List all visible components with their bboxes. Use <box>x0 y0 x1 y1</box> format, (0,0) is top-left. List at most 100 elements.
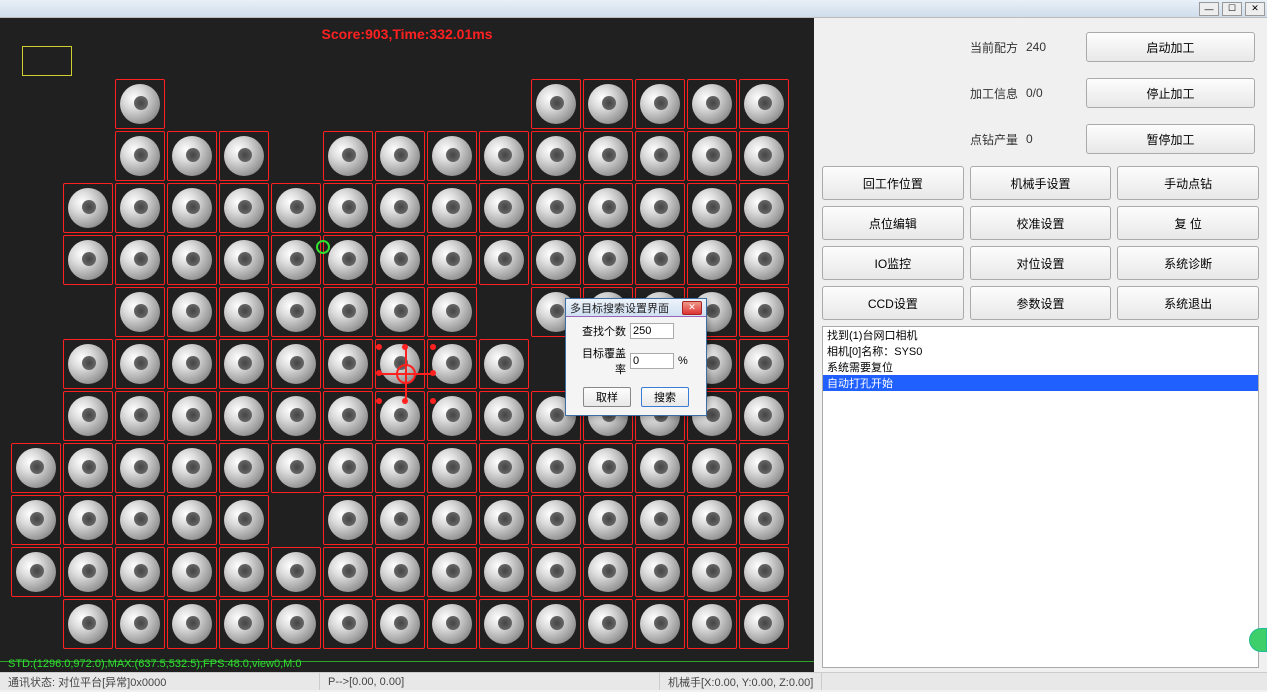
dialog-close-button[interactable]: ✕ <box>682 301 702 315</box>
detected-object <box>63 443 113 493</box>
detected-object <box>115 391 165 441</box>
detected-object <box>115 599 165 649</box>
window-titlebar: — ☐ ✕ <box>0 0 1267 18</box>
detected-object <box>63 339 113 389</box>
detected-object <box>687 183 737 233</box>
detected-object <box>583 495 633 545</box>
detected-object <box>219 235 269 285</box>
detected-object <box>531 131 581 181</box>
detected-object <box>271 547 321 597</box>
detected-object <box>635 495 685 545</box>
panel-button-2[interactable]: 手动点钻 <box>1117 166 1259 200</box>
detected-object <box>479 391 529 441</box>
detected-object <box>427 547 477 597</box>
panel-button-7[interactable]: 对位设置 <box>970 246 1112 280</box>
detected-object <box>531 183 581 233</box>
detected-object <box>635 131 685 181</box>
detected-object <box>323 287 373 337</box>
panel-button-3[interactable]: 点位编辑 <box>822 206 964 240</box>
detected-object <box>11 547 61 597</box>
sample-button[interactable]: 取样 <box>583 387 631 407</box>
detected-object <box>583 183 633 233</box>
detected-object <box>323 495 373 545</box>
close-button[interactable]: ✕ <box>1245 2 1265 16</box>
detected-object <box>167 443 217 493</box>
start-processing-button[interactable]: 启动加工 <box>1086 32 1255 62</box>
detected-object <box>479 183 529 233</box>
roi-rect <box>22 46 72 76</box>
find-count-input[interactable] <box>630 323 674 339</box>
detected-object <box>635 547 685 597</box>
log-line[interactable]: 找到(1)台网口相机 <box>823 327 1258 343</box>
yield-value: 0 <box>1026 132 1086 146</box>
detected-object <box>739 235 789 285</box>
detected-object <box>739 183 789 233</box>
detected-object <box>115 339 165 389</box>
detected-object <box>167 131 217 181</box>
search-button[interactable]: 搜索 <box>641 387 689 407</box>
stop-processing-button[interactable]: 停止加工 <box>1086 78 1255 108</box>
detected-object <box>427 235 477 285</box>
detected-object <box>115 131 165 181</box>
detected-object <box>219 495 269 545</box>
detected-object <box>531 547 581 597</box>
crosshair-target-icon <box>380 348 432 400</box>
panel-button-11[interactable]: 系统退出 <box>1117 286 1259 320</box>
detected-object <box>687 131 737 181</box>
detected-object <box>271 235 321 285</box>
detected-object <box>427 287 477 337</box>
single-marker-icon <box>316 240 330 254</box>
panel-button-9[interactable]: CCD设置 <box>822 286 964 320</box>
detected-object <box>427 131 477 181</box>
panel-button-6[interactable]: IO监控 <box>822 246 964 280</box>
log-line[interactable]: 相机[0]名称：SYS0 <box>823 343 1258 359</box>
detected-object <box>323 131 373 181</box>
detected-object <box>323 547 373 597</box>
detected-object <box>739 547 789 597</box>
side-tab-icon[interactable] <box>1249 628 1267 652</box>
detected-object <box>271 183 321 233</box>
minimize-button[interactable]: — <box>1199 2 1219 16</box>
detected-object <box>635 79 685 129</box>
log-line[interactable]: 系统需要复位 <box>823 359 1258 375</box>
detected-object <box>323 391 373 441</box>
panel-button-8[interactable]: 系统诊断 <box>1117 246 1259 280</box>
detected-object <box>115 287 165 337</box>
panel-button-4[interactable]: 校准设置 <box>970 206 1112 240</box>
log-panel[interactable]: 找到(1)台网口相机相机[0]名称：SYS0系统需要复位自动打孔开始 <box>822 326 1259 668</box>
processing-info-label: 加工信息 <box>826 85 1026 102</box>
detected-object <box>219 547 269 597</box>
detected-object <box>323 339 373 389</box>
panel-button-5[interactable]: 复 位 <box>1117 206 1259 240</box>
detected-object <box>531 443 581 493</box>
detected-object <box>427 183 477 233</box>
detected-object <box>271 391 321 441</box>
panel-button-0[interactable]: 回工作位置 <box>822 166 964 200</box>
detected-object <box>583 443 633 493</box>
detected-object <box>479 495 529 545</box>
status-robot: 机械手[X:0.00, Y:0.00, Z:0.00] <box>660 673 822 690</box>
yield-label: 点钻产量 <box>826 131 1026 148</box>
panel-button-1[interactable]: 机械手设置 <box>970 166 1112 200</box>
detected-object <box>375 183 425 233</box>
status-p: P-->[0.00, 0.00] <box>320 673 660 690</box>
status-bar: 通讯状态: 对位平台[异常]0x0000 P-->[0.00, 0.00] 机械… <box>0 672 1267 690</box>
detected-object <box>583 547 633 597</box>
detected-object <box>739 599 789 649</box>
detected-object <box>375 287 425 337</box>
log-line[interactable]: 自动打孔开始 <box>823 375 1258 391</box>
detected-object <box>167 183 217 233</box>
detected-object <box>167 287 217 337</box>
button-grid: 回工作位置机械手设置手动点钻点位编辑校准设置复 位 IO监控对位设置系统诊断 CCD… <box>820 162 1261 326</box>
maximize-button[interactable]: ☐ <box>1222 2 1242 16</box>
pause-processing-button[interactable]: 暂停加工 <box>1086 124 1255 154</box>
detected-object <box>375 235 425 285</box>
detected-object <box>739 495 789 545</box>
coverage-input[interactable] <box>630 353 674 369</box>
detected-object <box>739 339 789 389</box>
detected-object <box>323 183 373 233</box>
panel-button-10[interactable]: 参数设置 <box>970 286 1112 320</box>
detected-object <box>63 391 113 441</box>
detected-object <box>11 443 61 493</box>
detected-object <box>11 495 61 545</box>
